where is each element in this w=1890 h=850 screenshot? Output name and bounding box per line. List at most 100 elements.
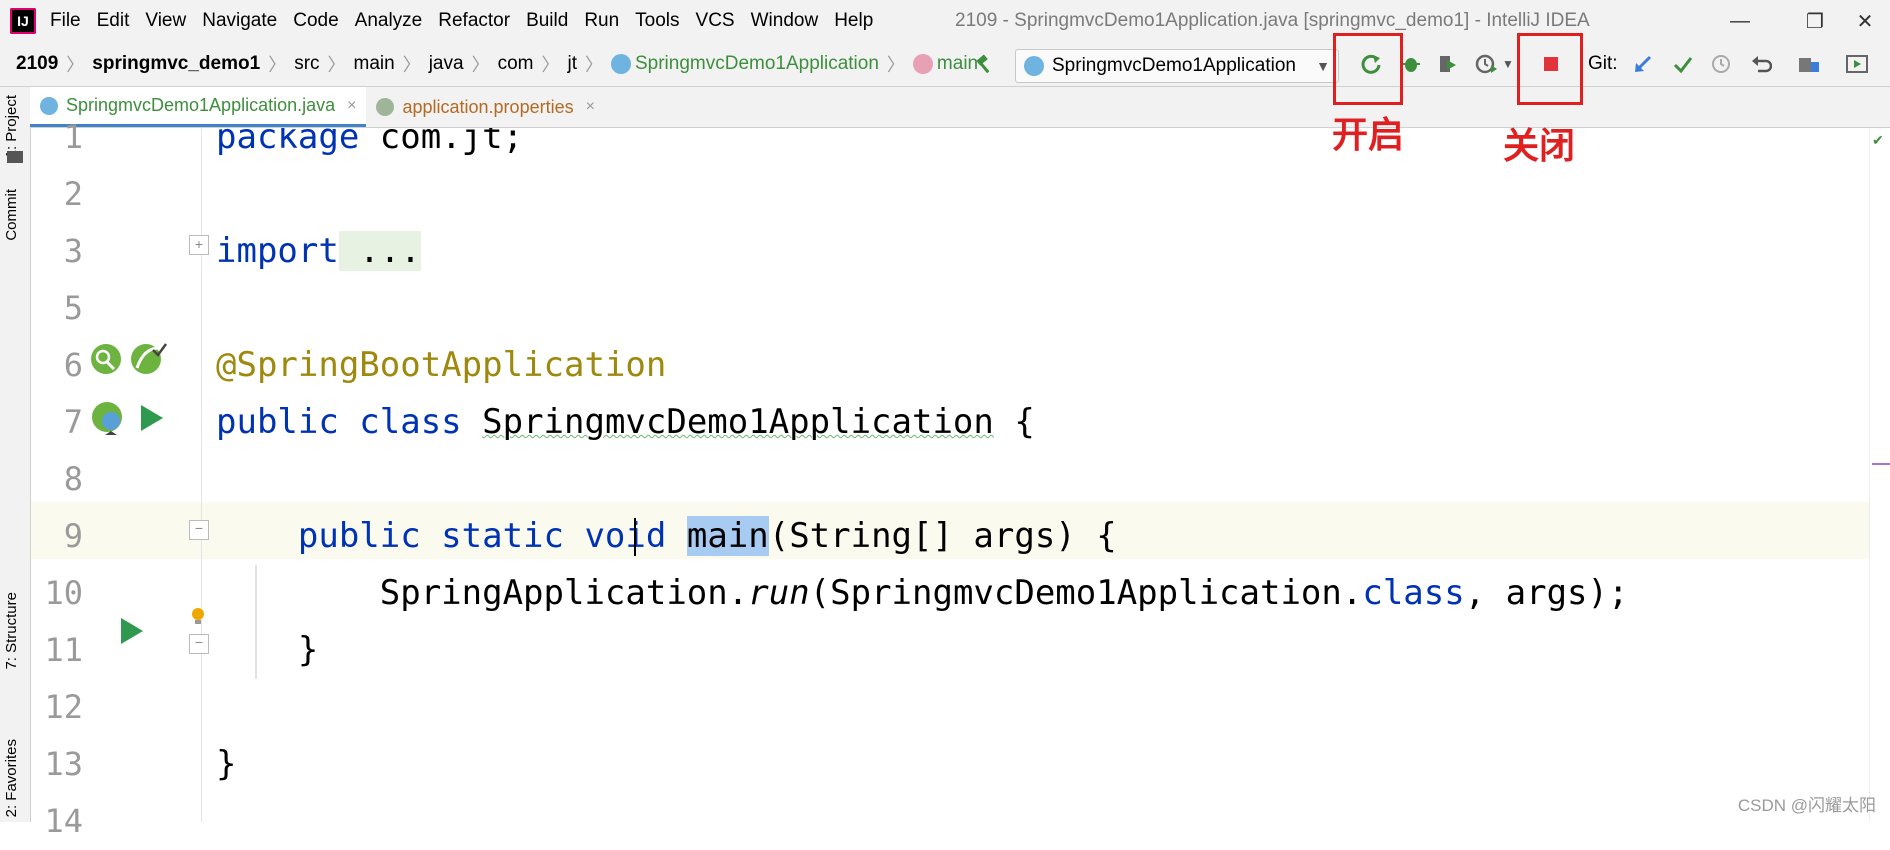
window-title: 2109 - SpringmvcDemo1Application.java [s… xyxy=(955,10,1590,31)
code-line-11: } xyxy=(216,622,318,679)
keyword-class: class xyxy=(1362,573,1465,613)
line-number: 7 xyxy=(63,403,83,441)
scroll-marker xyxy=(1872,463,1890,465)
breadcrumb-class-label: SpringmvcDemo1Application xyxy=(634,53,879,74)
favorites-tool-tab[interactable]: 2: Favorites xyxy=(3,739,20,817)
line-number: 3 xyxy=(63,232,83,270)
keyword-public-static-void: public static void xyxy=(297,516,667,556)
menu-build[interactable]: Build xyxy=(518,10,576,32)
method-icon xyxy=(912,54,933,74)
menu-window[interactable]: Window xyxy=(743,10,827,32)
stop-highlight-box xyxy=(1517,33,1583,105)
menu-edit[interactable]: Edit xyxy=(89,10,138,32)
breadcrumb-separator: 〉 xyxy=(66,55,85,75)
favorites-tool-tab-label: 2: Favorites xyxy=(3,739,20,818)
editor-gutter: 1 2 3 5 6 7 8 9 10 11 12 13 14 + − − xyxy=(31,118,209,840)
folder-icon xyxy=(7,151,23,163)
menu-run[interactable]: Run xyxy=(576,10,627,32)
line-number: 2 xyxy=(63,175,83,213)
menu-help[interactable]: Help xyxy=(826,10,881,32)
git-commit-check-icon[interactable] xyxy=(1666,42,1700,86)
breadcrumb-separator: 〉 xyxy=(471,55,490,75)
menu-file[interactable]: File xyxy=(42,10,89,32)
menu-refactor[interactable]: Refactor xyxy=(430,10,518,32)
editor-scrollbar[interactable]: ✔ xyxy=(1869,128,1890,822)
tab-close-icon[interactable]: × xyxy=(347,97,356,115)
code-line-7: public class SpringmvcDemo1Application { xyxy=(216,394,1035,451)
code-line-9: public static void main(String[] args) { xyxy=(216,508,1117,565)
project-structure-icon[interactable] xyxy=(1792,42,1826,86)
tab-label: SpringmvcDemo1Application.java xyxy=(66,95,336,115)
git-update-icon[interactable] xyxy=(1626,42,1660,86)
run-args: (SpringmvcDemo1Application. xyxy=(809,573,1363,613)
run-configuration-label: SpringmvcDemo1Application xyxy=(1052,55,1296,76)
menu-vcs[interactable]: VCS xyxy=(688,10,743,32)
chevron-down-icon: ▼ xyxy=(1316,58,1330,74)
code-line-1: package com.jt; xyxy=(216,128,523,166)
brace-close-class: } xyxy=(216,744,237,784)
breadcrumb-module[interactable]: springmvc_demo1 xyxy=(88,53,264,75)
menu-code[interactable]: Code xyxy=(285,10,346,32)
git-history-clock-icon[interactable] xyxy=(1704,42,1738,86)
spring-boot-icon xyxy=(1024,56,1044,76)
run-anything-icon[interactable] xyxy=(1840,42,1874,86)
line-number: 13 xyxy=(44,745,83,783)
code-editor[interactable]: package com.jt; import ... @SpringBootAp… xyxy=(202,128,1870,822)
run-args-end: , args); xyxy=(1464,573,1629,613)
run-class-icon[interactable] xyxy=(139,405,165,431)
breadcrumb-class[interactable]: SpringmvcDemo1Application xyxy=(607,53,883,75)
breadcrumb-main[interactable]: main xyxy=(350,53,399,75)
git-rollback-icon[interactable] xyxy=(1744,42,1778,86)
keyword-public-class: public class xyxy=(216,402,462,442)
stop-annotation: 关闭 xyxy=(1503,126,1576,167)
run-main-icon[interactable] xyxy=(119,618,145,644)
menu-bar: IJ File Edit View Navigate Code Analyze … xyxy=(0,0,1890,42)
project-tool-tab[interactable]: 1: Project xyxy=(3,95,20,158)
spring-config-check-icon[interactable] xyxy=(129,340,167,376)
tab-close-icon[interactable]: × xyxy=(586,98,595,116)
spring-beans-search-icon[interactable] xyxy=(89,342,123,376)
structure-tool-tab[interactable]: 7: Structure xyxy=(3,592,20,670)
coverage-icon[interactable] xyxy=(1430,42,1464,86)
line-number: 8 xyxy=(63,460,83,498)
line-number: 1 xyxy=(63,118,83,156)
tab-application-properties[interactable]: application.properties × xyxy=(366,87,604,127)
spring-boot-app-icon[interactable] xyxy=(89,399,129,437)
code-line-3: import ... xyxy=(216,223,421,280)
method-name-main: main xyxy=(686,516,769,556)
keyword-import: import xyxy=(216,231,339,271)
properties-file-icon xyxy=(376,98,395,116)
code-line-10: SpringApplication.run(SpringmvcDemo1Appl… xyxy=(216,565,1629,622)
breadcrumb-separator: 〉 xyxy=(268,55,287,75)
keyword-package: package xyxy=(216,128,360,157)
annotation-springbootapplication: @SpringBootApplication xyxy=(216,345,667,385)
commit-tool-tab[interactable]: Commit xyxy=(3,189,20,241)
run-configuration-select[interactable]: SpringmvcDemo1Application ▼ xyxy=(1015,49,1339,83)
breadcrumb-project[interactable]: 2109 xyxy=(12,53,62,75)
commit-tool-tab-label: Commit xyxy=(3,189,20,241)
breadcrumb-separator: 〉 xyxy=(541,55,560,75)
code-line-6: @SpringBootApplication xyxy=(216,337,666,394)
method-run: run xyxy=(748,573,810,613)
breadcrumb-jt[interactable]: jt xyxy=(563,53,581,75)
menu-tools[interactable]: Tools xyxy=(627,10,687,32)
close-window-button[interactable]: ✕ xyxy=(1835,0,1890,42)
minimize-button[interactable]: — xyxy=(1710,0,1770,42)
breadcrumb-java[interactable]: java xyxy=(425,53,468,75)
menu-navigate[interactable]: Navigate xyxy=(194,10,285,32)
git-label: Git: xyxy=(1588,53,1618,74)
intellij-logo-icon: IJ xyxy=(10,8,36,34)
build-hammer-icon[interactable] xyxy=(968,42,1002,86)
breadcrumb-src[interactable]: src xyxy=(290,53,323,75)
line-number: 11 xyxy=(44,631,83,669)
spring-class-icon xyxy=(610,54,631,74)
breadcrumb-separator: 〉 xyxy=(584,55,603,75)
menu-analyze[interactable]: Analyze xyxy=(347,10,431,32)
folded-imports[interactable]: ... xyxy=(338,231,421,271)
springapplication-ref: SpringApplication. xyxy=(379,573,749,613)
profiler-dropdown-icon[interactable]: ▼ xyxy=(1498,42,1518,86)
menu-view[interactable]: View xyxy=(137,10,194,32)
breadcrumb-com[interactable]: com xyxy=(494,53,538,75)
